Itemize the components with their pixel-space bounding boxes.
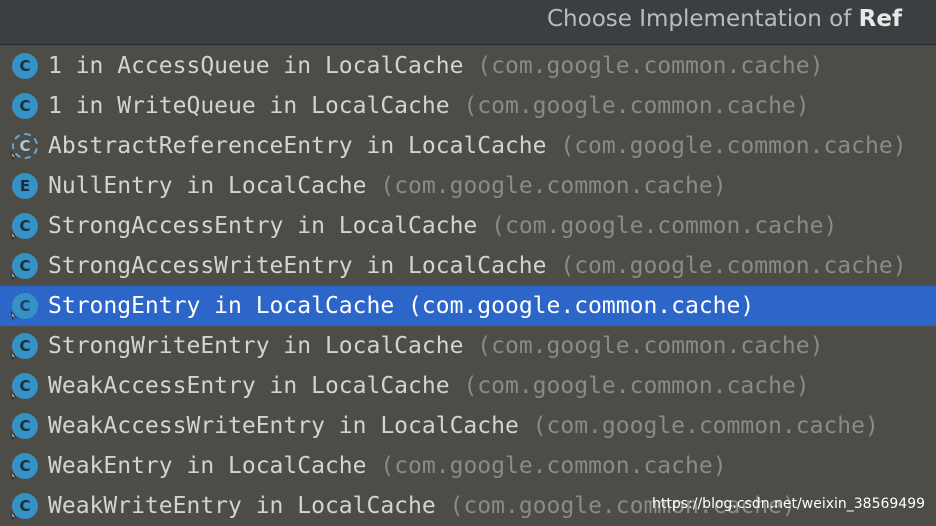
inherited-arrow-icon: [9, 467, 21, 481]
list-item[interactable]: C StrongEntry in LocalCache (com.google.c…: [0, 286, 936, 326]
inherited-arrow-icon: [9, 267, 21, 281]
list-item-package: (com.google.common.cache): [532, 413, 879, 439]
list-item-name: StrongEntry in LocalCache: [48, 293, 395, 319]
list-item-package: (com.google.common.cache): [560, 133, 907, 159]
list-item-label: StrongEntry in LocalCache (com.google.co…: [48, 290, 754, 322]
list-item-name: StrongWriteEntry in LocalCache: [48, 333, 464, 359]
choose-implementation-popup: Choose Implementation of Ref C 1 in Acces…: [0, 0, 936, 526]
popup-title-prefix: Choose Implementation of: [547, 6, 859, 32]
list-item-label: 1 in WriteQueue in LocalCache (com.googl…: [48, 90, 810, 122]
list-item[interactable]: C 1 in AccessQueue in LocalCache (com.goo…: [0, 46, 936, 86]
class-icon: C: [9, 413, 38, 441]
inherited-arrow-icon: [9, 387, 21, 401]
list-item-package: (com.google.common.cache): [380, 453, 727, 479]
list-item-label: StrongWriteEntry in LocalCache (com.goog…: [48, 330, 823, 362]
class-icon: C: [12, 93, 38, 119]
class-icon: C: [9, 293, 38, 321]
class-icon: C: [9, 493, 38, 521]
popup-title-bar: Choose Implementation of Ref: [0, 0, 936, 45]
list-item-name: 1 in AccessQueue in LocalCache: [48, 53, 464, 79]
class-icon: C: [9, 213, 38, 241]
list-item-label: NullEntry in LocalCache (com.google.comm…: [48, 170, 727, 202]
class-icon: C: [9, 333, 38, 361]
watermark-text: https://blog.csdn.net/weixin_38569499: [652, 496, 926, 512]
list-item[interactable]: C StrongAccessEntry in LocalCache (com.go…: [0, 206, 936, 246]
list-item[interactable]: C 1 in WriteQueue in LocalCache (com.goog…: [0, 86, 936, 126]
list-item-name: 1 in WriteQueue in LocalCache: [48, 93, 450, 119]
inherited-arrow-icon: [9, 147, 21, 161]
list-item[interactable]: E NullEntry in LocalCache (com.google.com…: [0, 166, 936, 206]
popup-title-bold: Ref: [858, 6, 902, 32]
icon-letter: C: [12, 53, 38, 79]
enum-icon: E: [12, 173, 38, 199]
implementation-list: C 1 in AccessQueue in LocalCache (com.goo…: [0, 46, 936, 526]
list-item-package: (com.google.common.cache): [560, 253, 907, 279]
list-item-name: WeakWriteEntry in LocalCache: [48, 493, 436, 519]
list-item-package: (com.google.common.cache): [463, 373, 810, 399]
list-item-label: AbstractReferenceEntry in LocalCache (co…: [48, 130, 907, 162]
list-item-package: (com.google.common.cache): [463, 93, 810, 119]
list-item[interactable]: C WeakAccessEntry in LocalCache (com.goog…: [0, 366, 936, 406]
class-icon: C: [9, 453, 38, 481]
list-item-label: WeakEntry in LocalCache (com.google.comm…: [48, 450, 727, 482]
list-item-label: WeakAccessWriteEntry in LocalCache (com.…: [48, 410, 879, 442]
inherited-arrow-icon: [9, 307, 21, 321]
class-icon: C: [12, 53, 38, 79]
list-item-name: WeakEntry in LocalCache: [48, 453, 367, 479]
list-item-name: StrongAccessWriteEntry in LocalCache: [48, 253, 547, 279]
list-item-package: (com.google.common.cache): [408, 293, 755, 319]
icon-letter: E: [12, 173, 38, 199]
list-item-name: StrongAccessEntry in LocalCache: [48, 213, 478, 239]
list-item[interactable]: C WeakAccessWriteEntry in LocalCache (com…: [0, 406, 936, 446]
list-item-package: (com.google.common.cache): [380, 173, 727, 199]
list-item-name: WeakAccessEntry in LocalCache: [48, 373, 450, 399]
list-item-package: (com.google.common.cache): [491, 213, 838, 239]
list-item-package: (com.google.common.cache): [477, 333, 824, 359]
inherited-arrow-icon: [9, 227, 21, 241]
class-icon: C: [9, 253, 38, 281]
inherited-arrow-icon: [9, 507, 21, 521]
abstract-class-icon: C: [9, 133, 38, 161]
list-item-name: AbstractReferenceEntry in LocalCache: [48, 133, 547, 159]
list-item[interactable]: C StrongWriteEntry in LocalCache (com.goo…: [0, 326, 936, 366]
list-item-label: 1 in AccessQueue in LocalCache (com.goog…: [48, 50, 823, 82]
inherited-arrow-icon: [9, 427, 21, 441]
list-item[interactable]: C StrongAccessWriteEntry in LocalCache (c…: [0, 246, 936, 286]
list-item-name: NullEntry in LocalCache: [48, 173, 367, 199]
list-item[interactable]: C WeakEntry in LocalCache (com.google.com…: [0, 446, 936, 486]
list-item-label: StrongAccessWriteEntry in LocalCache (co…: [48, 250, 907, 282]
list-item-label: StrongAccessEntry in LocalCache (com.goo…: [48, 210, 837, 242]
list-item-label: WeakAccessEntry in LocalCache (com.googl…: [48, 370, 810, 402]
icon-letter: C: [12, 93, 38, 119]
list-item-package: (com.google.common.cache): [477, 53, 824, 79]
list-item[interactable]: C AbstractReferenceEntry in LocalCache (c…: [0, 126, 936, 166]
class-icon: C: [9, 373, 38, 401]
list-item-name: WeakAccessWriteEntry in LocalCache: [48, 413, 519, 439]
inherited-arrow-icon: [9, 347, 21, 361]
popup-title: Choose Implementation of Ref: [547, 6, 902, 32]
